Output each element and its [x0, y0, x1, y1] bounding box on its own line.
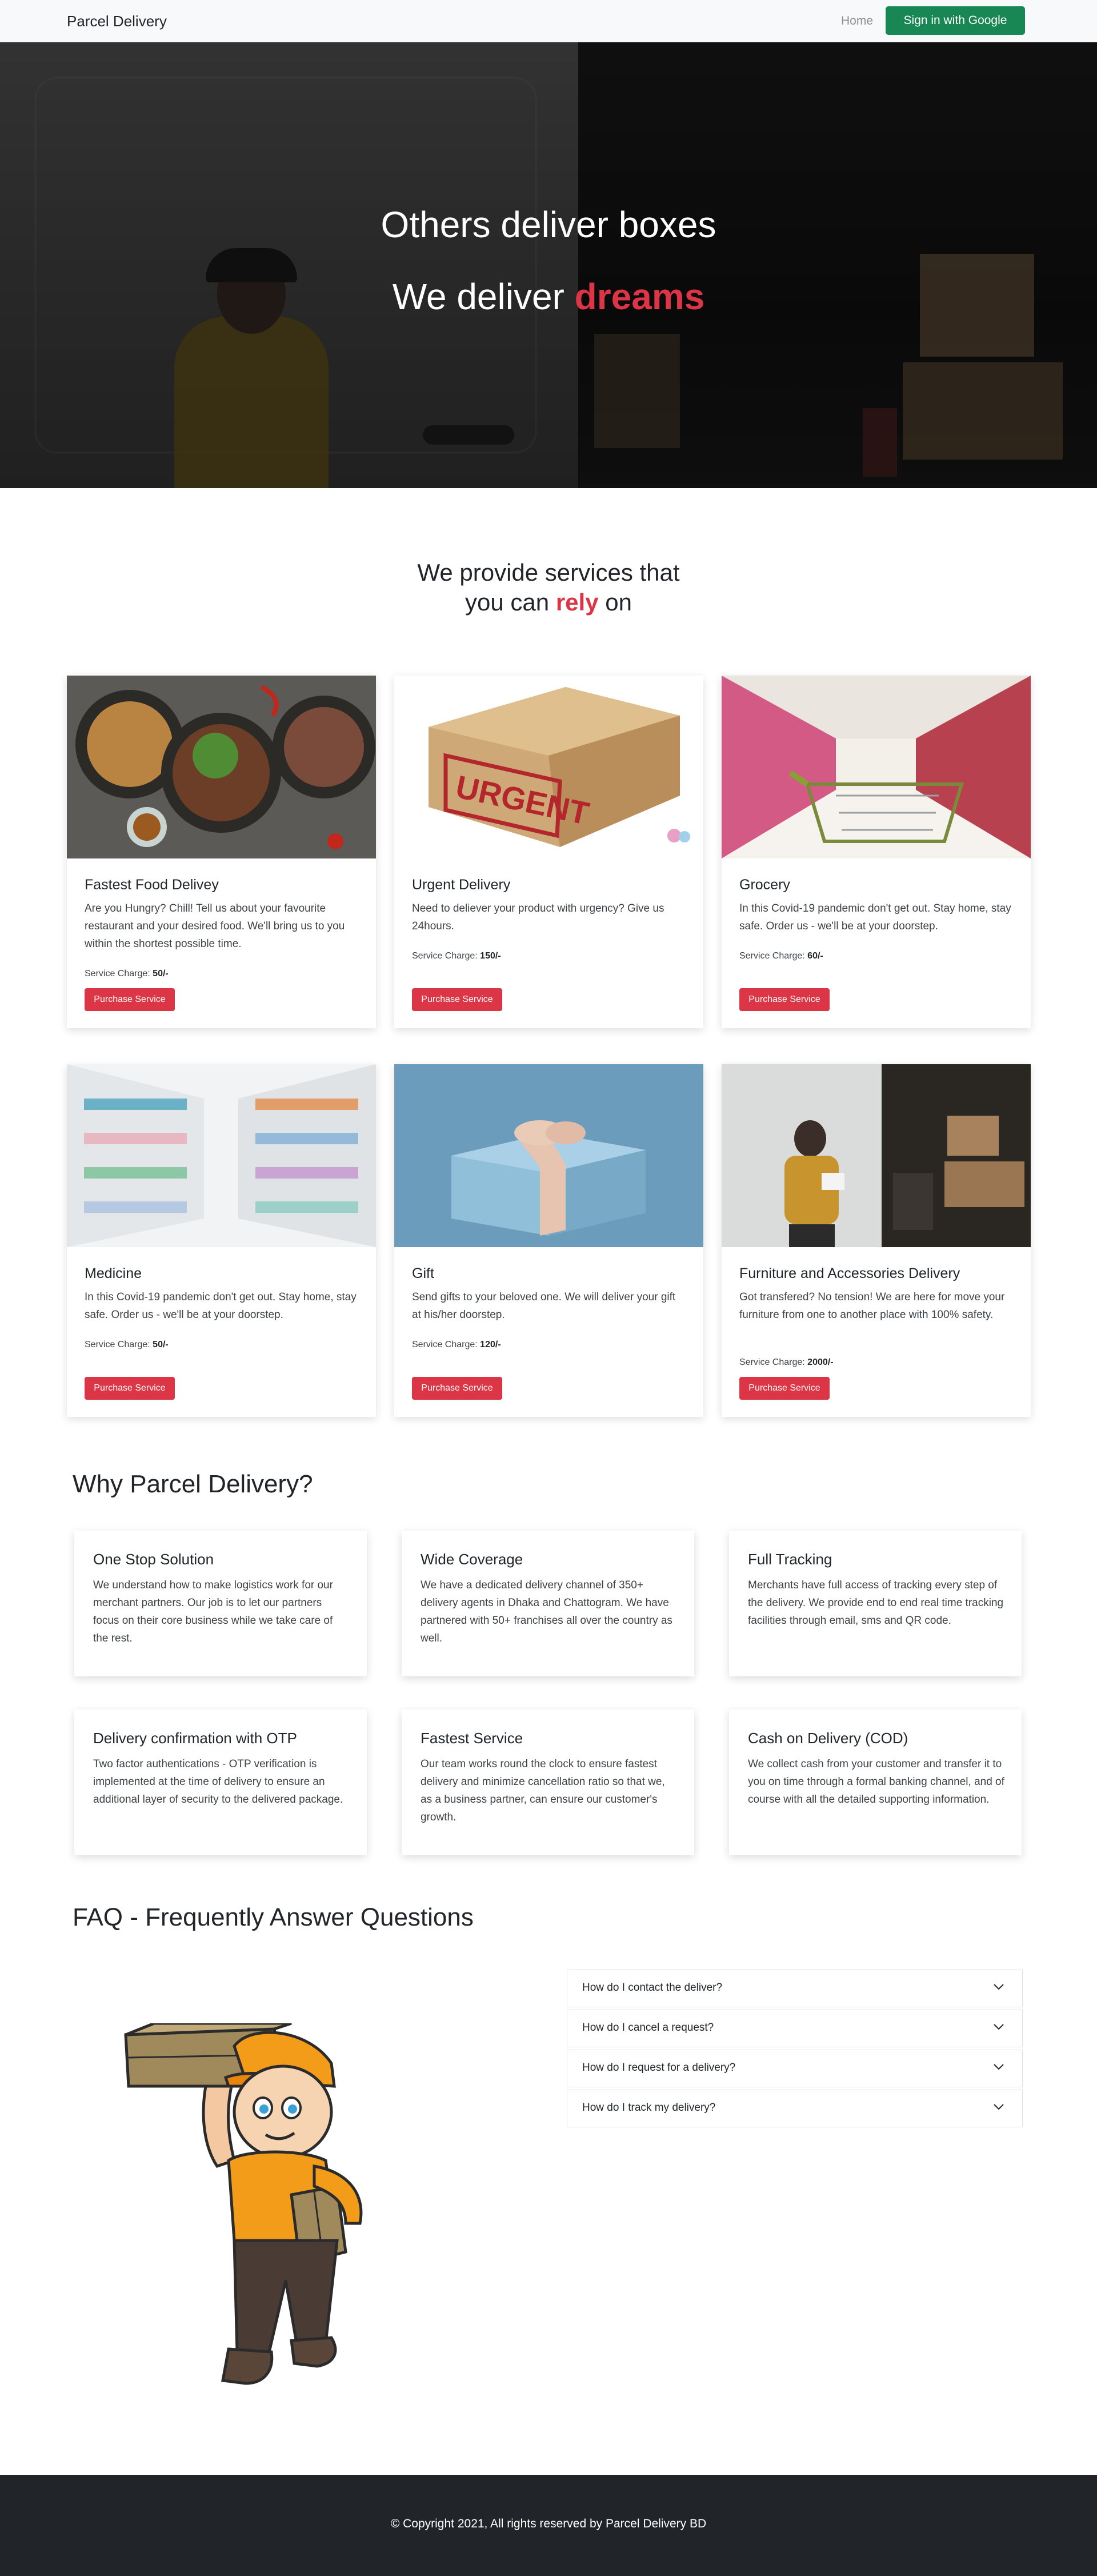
chevron-down-icon[interactable]	[992, 2100, 1005, 2113]
feature-card-title: Cash on Delivery (COD)	[748, 1730, 908, 1747]
service-card-description: In this Covid-19 pandemic don't get out.…	[85, 1291, 357, 1321]
faq-question: How do I request for a delivery?	[582, 2062, 736, 2074]
feature-card-title: One Stop Solution	[93, 1551, 214, 1568]
service-charge: Service Charge: 150/-	[412, 951, 501, 961]
service-card: URGENT Urgent Delivery Need to deliever yo…	[394, 676, 703, 1028]
feature-card-description: Merchants have full access of tracking e…	[748, 1579, 1004, 1627]
service-charge-value: 150/-	[480, 951, 501, 961]
service-card-title: Fastest Food Delivey	[85, 877, 219, 893]
footer: © Copyright 2021, All rights reserved by…	[0, 2475, 1097, 2576]
service-card-title: Furniture and Accessories Delivery	[739, 1265, 960, 1281]
hero-accent-word: dreams	[574, 276, 705, 317]
hero-banner: Others deliver boxes We deliver dreams	[0, 42, 1097, 488]
hero-subheadline: We deliver dreams	[392, 276, 705, 317]
feature-card-title: Wide Coverage	[421, 1551, 523, 1568]
service-card-description: Got transfered? No tension! We are here …	[739, 1291, 1005, 1321]
delivery-van-image	[722, 1064, 1031, 1247]
service-card: Grocery In this Covid-19 pandemic don't g…	[722, 676, 1031, 1028]
nav-home-link[interactable]: Home	[841, 14, 873, 28]
feature-card-description: We understand how to make logistics work…	[93, 1579, 333, 1644]
feature-card: One Stop Solution We understand how to ma…	[74, 1531, 367, 1676]
sign-in-google-button[interactable]: Sign in with Google	[886, 6, 1025, 35]
footer-copyright: © Copyright 2021, All rights reserved by…	[390, 2517, 707, 2530]
feature-card-description: Two factor authentications - OTP verific…	[93, 1758, 343, 1806]
purchase-service-button[interactable]: Purchase Service	[412, 988, 502, 1011]
feature-card-title: Delivery confirmation with OTP	[93, 1730, 297, 1747]
service-card-description: Need to deliever your product with urgen…	[412, 902, 664, 932]
feature-card: Wide Coverage We have a dedicated deliver…	[402, 1531, 694, 1676]
service-charge-value: 50/-	[153, 1340, 169, 1349]
feature-card-title: Full Tracking	[748, 1551, 832, 1568]
brand-logo[interactable]: Parcel Delivery	[67, 13, 167, 30]
service-card-title: Gift	[412, 1265, 434, 1281]
service-card-description: In this Covid-19 pandemic don't get out.…	[739, 902, 1011, 932]
service-charge-value: 60/-	[807, 951, 823, 961]
service-card-description: Are you Hungry? Chill! Tell us about you…	[85, 902, 345, 950]
feature-card-description: We have a dedicated delivery channel of …	[421, 1579, 672, 1644]
faq-accordion-item[interactable]: How do I contact the deliver?	[567, 1970, 1023, 2007]
faq-accordion-item[interactable]: How do I cancel a request?	[567, 2010, 1023, 2047]
feature-card: Cash on Delivery (COD) We collect cash fr…	[729, 1710, 1022, 1855]
service-charge: Service Charge: 50/-	[85, 969, 169, 979]
service-card: Gift Send gifts to your beloved one. We w…	[394, 1064, 703, 1417]
gift-box-image	[394, 1064, 703, 1247]
purchase-service-button[interactable]: Purchase Service	[412, 1377, 502, 1400]
purchase-service-button[interactable]: Purchase Service	[739, 1377, 830, 1400]
faq-question: How do I contact the deliver?	[582, 1982, 723, 1994]
feature-card: Fastest Service Our team works round the …	[402, 1710, 694, 1855]
service-card: Medicine In this Covid-19 pandemic don't …	[67, 1064, 376, 1417]
service-charge: Service Charge: 50/-	[85, 1340, 169, 1349]
faq-accordion-item[interactable]: How do I request for a delivery?	[567, 2050, 1023, 2087]
food-plates-image	[67, 676, 376, 858]
pharmacy-shelves-image	[67, 1064, 376, 1247]
service-charge-value: 120/-	[480, 1340, 501, 1349]
service-charge: Service Charge: 2000/-	[739, 1357, 834, 1367]
chevron-down-icon[interactable]	[992, 1980, 1005, 1993]
services-title: We provide services that you can rely on	[417, 559, 680, 616]
service-card-title: Grocery	[739, 877, 790, 893]
urgent-box-image: URGENT	[394, 676, 703, 858]
chevron-down-icon[interactable]	[992, 2060, 1005, 2073]
service-charge: Service Charge: 120/-	[412, 1340, 501, 1349]
hero-headline: Others deliver boxes	[381, 204, 716, 245]
service-charge-value: 50/-	[153, 969, 169, 979]
faq-question: How do I track my delivery?	[582, 2102, 716, 2114]
service-card-description: Send gifts to your beloved one. We will …	[412, 1291, 676, 1321]
service-card: Furniture and Accessories Delivery Got tr…	[722, 1064, 1031, 1417]
shopping-cart-image	[722, 676, 1031, 858]
faq-question: How do I cancel a request?	[582, 2022, 714, 2034]
service-card-title: Urgent Delivery	[412, 877, 511, 893]
service-charge-value: 2000/-	[807, 1357, 834, 1367]
navbar: Parcel Delivery Home Sign in with Google	[0, 0, 1097, 42]
chevron-down-icon[interactable]	[992, 2020, 1005, 2033]
feature-card-description: Our team works round the clock to ensure…	[421, 1758, 665, 1823]
feature-card: Delivery confirmation with OTP Two factor…	[74, 1710, 367, 1855]
faq-section-title: FAQ - Frequently Answer Questions	[73, 1903, 474, 1931]
service-card-title: Medicine	[85, 1265, 142, 1281]
purchase-service-button[interactable]: Purchase Service	[85, 988, 175, 1011]
service-card: Fastest Food Delivey Are you Hungry? Chil…	[67, 676, 376, 1028]
purchase-service-button[interactable]: Purchase Service	[85, 1377, 175, 1400]
service-charge: Service Charge: 60/-	[739, 951, 823, 961]
purchase-service-button[interactable]: Purchase Service	[739, 988, 830, 1011]
feature-card-description: We collect cash from your customer and t…	[748, 1758, 1004, 1806]
feature-card: Full Tracking Merchants have full access …	[729, 1531, 1022, 1676]
faq-accordion-item[interactable]: How do I track my delivery?	[567, 2090, 1023, 2127]
why-section-title: Why Parcel Delivery?	[73, 1470, 313, 1498]
feature-card-title: Fastest Service	[421, 1730, 523, 1747]
delivery-man-illustration	[124, 2023, 363, 2385]
